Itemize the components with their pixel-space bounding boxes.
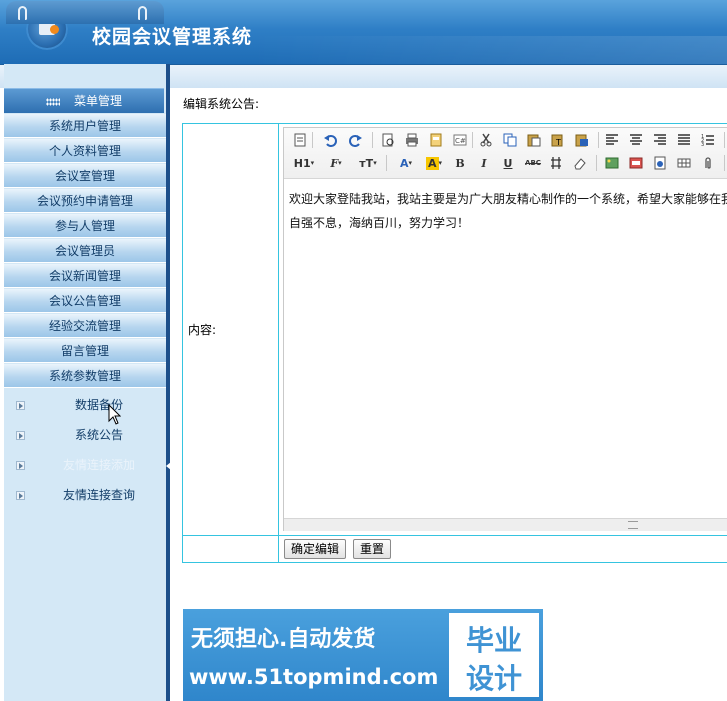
sidebar-item-system-users[interactable]: 系统用户管理 bbox=[4, 114, 166, 138]
undo-icon[interactable] bbox=[322, 132, 338, 148]
sub-item-data-backup[interactable]: 数据备份 bbox=[4, 390, 166, 420]
insert-file-icon[interactable] bbox=[652, 155, 668, 171]
editor-toolbar: C# T 123 H1 ▾ F ▾ тT ▾ A ▾ A ▾ B I U ABC bbox=[284, 128, 727, 179]
insert-table-icon[interactable] bbox=[676, 155, 692, 171]
menu-grid-icon bbox=[45, 97, 60, 106]
print-icon[interactable] bbox=[404, 132, 420, 148]
preview-icon[interactable] bbox=[380, 132, 396, 148]
sub-item-link-query[interactable]: 友情连接查询 bbox=[4, 480, 166, 510]
redo-icon[interactable] bbox=[348, 132, 364, 148]
content-field-label: 内容: bbox=[188, 323, 217, 337]
submit-edit-button[interactable]: 确定编辑 bbox=[284, 539, 347, 559]
collapse-arrow-icon[interactable] bbox=[166, 462, 171, 470]
resize-grip-icon[interactable] bbox=[628, 521, 638, 529]
sidebar-divider[interactable] bbox=[166, 64, 170, 701]
svg-text:3: 3 bbox=[701, 142, 704, 147]
bold-button[interactable]: B bbox=[452, 155, 468, 171]
align-left-icon[interactable] bbox=[604, 132, 620, 148]
attachment-icon[interactable] bbox=[700, 155, 716, 171]
italic-button[interactable]: I bbox=[476, 155, 492, 171]
template-icon[interactable] bbox=[428, 132, 444, 148]
cut-icon[interactable] bbox=[478, 132, 494, 148]
menu-header[interactable]: 菜单管理 bbox=[4, 88, 164, 113]
eraser-icon[interactable] bbox=[572, 155, 588, 171]
font-size-dropdown[interactable]: тT ▾ bbox=[356, 155, 380, 171]
font-family-dropdown[interactable]: F ▾ bbox=[324, 155, 348, 171]
source-icon[interactable] bbox=[292, 132, 308, 148]
strikethrough-button[interactable]: ABC bbox=[524, 155, 542, 171]
reset-button[interactable]: 重置 bbox=[353, 539, 392, 559]
banner-url: www.51topmind.com bbox=[189, 665, 439, 689]
sidebar-item-participants[interactable]: 参与人管理 bbox=[4, 214, 166, 238]
font-color-button[interactable]: A ▾ bbox=[394, 155, 418, 171]
sidebar-item-system-params[interactable]: 系统参数管理 bbox=[4, 364, 166, 388]
copy-icon[interactable] bbox=[502, 132, 518, 148]
sub-item-link-add[interactable]: 友情连接添加 bbox=[4, 450, 166, 480]
align-center-icon[interactable] bbox=[628, 132, 644, 148]
sidebar-item-meeting-admins[interactable]: 会议管理员 bbox=[4, 239, 166, 263]
banner-badge: 毕业 设计 bbox=[449, 613, 539, 697]
insert-image-icon[interactable] bbox=[604, 155, 620, 171]
align-justify-icon[interactable] bbox=[676, 132, 692, 148]
clip-icon bbox=[18, 6, 27, 20]
svg-text:C#: C# bbox=[455, 137, 466, 145]
code-icon[interactable]: C# bbox=[452, 132, 468, 148]
banner-headline: 无须担心.自动发货 bbox=[191, 627, 376, 652]
align-right-icon[interactable] bbox=[652, 132, 668, 148]
mouse-cursor-icon bbox=[108, 403, 122, 429]
heading-dropdown[interactable]: H1 ▾ bbox=[292, 155, 316, 171]
ad-banner[interactable]: 无须担心.自动发货 www.51topmind.com 毕业 设计 bbox=[183, 609, 543, 701]
sidebar-item-messages[interactable]: 留言管理 bbox=[4, 339, 166, 363]
clip-icon bbox=[138, 6, 147, 20]
sidebar-item-meeting-rooms[interactable]: 会议室管理 bbox=[4, 164, 166, 188]
background-color-button[interactable]: A ▾ bbox=[422, 155, 446, 171]
sidebar-item-announcements[interactable]: 会议公告管理 bbox=[4, 289, 166, 313]
page-title: 编辑系统公告: bbox=[183, 97, 260, 111]
svg-text:T: T bbox=[555, 138, 561, 147]
ordered-list-icon[interactable]: 123 bbox=[700, 132, 716, 148]
sidebar-item-experience[interactable]: 经验交流管理 bbox=[4, 314, 166, 338]
special-char-icon[interactable] bbox=[548, 155, 564, 171]
paste-word-icon[interactable] bbox=[574, 132, 590, 148]
sidebar-item-news[interactable]: 会议新闻管理 bbox=[4, 264, 166, 288]
paste-icon[interactable] bbox=[526, 132, 542, 148]
insert-media-icon[interactable] bbox=[628, 155, 644, 171]
editor-content[interactable]: 欢迎大家登陆我站，我站主要是为广大朋友精心制作的一个系统，希望大家能够在我 自强… bbox=[289, 187, 727, 235]
menu-header-label: 菜单管理 bbox=[73, 94, 122, 108]
sidebar-item-booking-requests[interactable]: 会议预约申请管理 bbox=[4, 189, 166, 213]
sidebar-item-profile[interactable]: 个人资料管理 bbox=[4, 139, 166, 163]
app-title: 校园会议管理系统 bbox=[92, 26, 253, 48]
underline-button[interactable]: U bbox=[500, 155, 516, 171]
paste-text-icon[interactable]: T bbox=[550, 132, 566, 148]
sub-item-system-notice[interactable]: 系统公告 bbox=[4, 420, 166, 450]
editor-resize-bar[interactable] bbox=[284, 518, 727, 531]
